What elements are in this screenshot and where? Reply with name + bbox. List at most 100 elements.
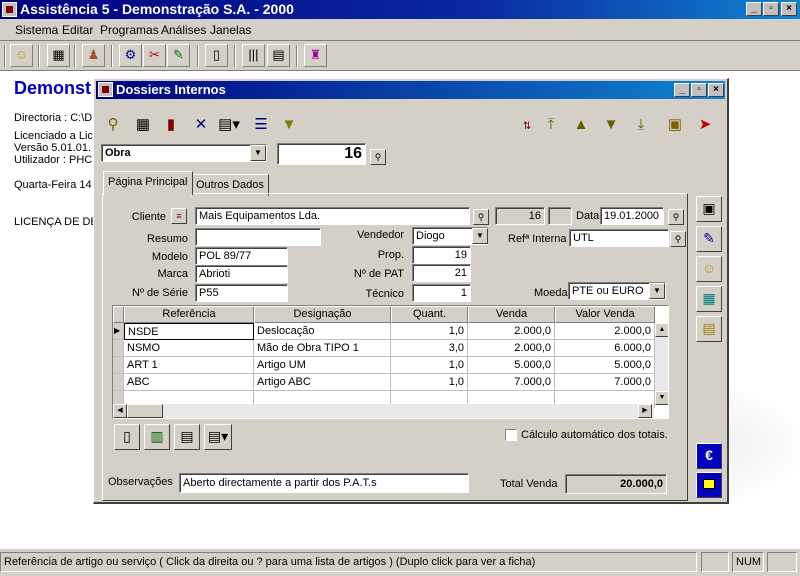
modelo-field[interactable]: POL 89/77 [195,247,288,265]
scroll-up-icon[interactable]: ▲ [655,323,668,337]
serie-field[interactable]: P55 [195,284,288,302]
number-search-icon[interactable]: ⚲ [370,149,386,165]
close-button[interactable]: × [781,2,797,16]
table-cell[interactable]: 5.000,0 [555,357,655,374]
first-record-icon[interactable]: ⤒ [540,114,562,136]
dossier-close-button[interactable]: × [708,83,724,97]
currency-toggle-button[interactable] [696,472,722,498]
grid-header-referencia[interactable]: Referência [124,306,254,323]
table-icon[interactable]: ▦ [132,114,154,136]
dossier-minimize-button[interactable]: _ [674,83,690,97]
menu-editar[interactable]: Editar [62,23,93,37]
new-line-icon[interactable]: ▯ [114,424,140,450]
printer-icon[interactable]: ▣ [696,196,722,222]
calculator-icon[interactable]: ▣ [664,114,686,136]
restore-button[interactable]: ▫ [763,2,779,16]
notes-icon[interactable]: ▤ [696,316,722,342]
gears-icon[interactable]: ⚙ [119,44,142,67]
observacoes-field[interactable]: Aberto directamente a partir dos P.A.T.s [179,473,469,493]
calculo-checkbox[interactable] [505,429,517,441]
grid-header-quant[interactable]: Quant. [391,306,468,323]
exit-icon[interactable]: ➤ [694,114,716,136]
type-select[interactable]: Obra [101,144,267,162]
table-cell[interactable]: 6.000,0 [555,340,655,357]
data-field[interactable]: 19.01.2000 [600,207,664,225]
options-menu-icon[interactable]: ▤▾ [204,424,232,450]
scroll-left-icon[interactable]: ◀ [113,404,127,418]
register-icon[interactable]: ▤ [174,424,200,450]
table-cell[interactable]: Artigo ABC [254,374,391,391]
pen-icon[interactable]: ✎ [696,226,722,252]
npat-field[interactable]: 21 [412,264,471,282]
table-cell[interactable]: ART 1 [124,357,254,374]
previous-record-icon[interactable]: ▲ [570,114,592,136]
grid-header-designacao[interactable]: Designação [254,306,391,323]
table-cell[interactable]: 1,0 [391,357,468,374]
table-cell[interactable]: 7.000,0 [555,374,655,391]
scroll-thumb[interactable] [127,404,163,418]
delete-icon[interactable]: ✕ [190,114,212,136]
horizontal-scrollbar[interactable]: ◀ ▶ [113,404,654,418]
sort-icon[interactable]: ⇅ [516,114,538,136]
vendedor-dropdown-icon[interactable]: ▼ [472,228,488,244]
table-cell[interactable]: NSDE [124,323,254,340]
scroll-right-icon[interactable]: ▶ [638,404,652,418]
cliente-field[interactable]: Mais Equipamentos Lda. [195,207,470,225]
person-icon[interactable]: ♜ [304,44,327,67]
marca-field[interactable]: Abrioti [195,265,288,283]
smiley-icon[interactable]: ☺ [10,44,33,67]
table-cell[interactable]: Mão de Obra TIPO 1 [254,340,391,357]
menu-janelas[interactable]: Janelas [210,23,251,37]
number-field[interactable]: 16 [277,143,366,165]
filter-icon[interactable]: ▼ [278,114,300,136]
table-cell[interactable]: Deslocação [254,323,391,340]
menu-analises[interactable]: Análises [161,23,206,37]
table-cell[interactable]: 2.000,0 [468,340,555,357]
user-icon[interactable]: ♟ [82,44,105,67]
print-menu-icon[interactable]: ▤▾ [218,114,240,136]
table-cell[interactable]: 1,0 [391,374,468,391]
type-dropdown-icon[interactable]: ▼ [250,145,266,161]
minimize-button[interactable]: _ [746,2,762,16]
smiley-icon[interactable]: ☺ [696,256,722,282]
table-cell[interactable]: NSMO [124,340,254,357]
menu-programas[interactable]: Programas [100,23,159,37]
barcode-icon[interactable]: ||| [242,44,265,67]
grid-header-valor-venda[interactable]: Valor Venda [555,306,655,323]
next-record-icon[interactable]: ▼ [600,114,622,136]
table-cell[interactable]: 3,0 [391,340,468,357]
euro-button[interactable]: € [696,443,722,469]
moeda-dropdown-icon[interactable]: ▼ [649,283,665,299]
resumo-field[interactable] [195,228,321,246]
dossier-maximize-button[interactable]: ▫ [691,83,707,97]
grid-header-venda[interactable]: Venda [468,306,555,323]
list-icon[interactable]: ☰ [250,114,272,136]
table-cell[interactable]: 5.000,0 [468,357,555,374]
ref-interna-field[interactable]: UTL [569,229,669,247]
document-icon[interactable]: ▯ [205,44,228,67]
cliente-list-icon[interactable]: ≡ [171,208,187,224]
book-icon[interactable]: ▮ [160,114,182,136]
form-icon[interactable]: ▤ [267,44,290,67]
ref-interna-search-icon[interactable]: ⚲ [670,231,686,247]
table-cell[interactable]: 2.000,0 [555,323,655,340]
prop-field[interactable]: 19 [412,246,471,264]
table-cell[interactable]: Artigo UM [254,357,391,374]
trash-icon[interactable]: ▥ [144,424,170,450]
register-icon[interactable]: ▦ [47,44,70,67]
last-record-icon[interactable]: ⤓ [630,114,652,136]
data-calendar-icon[interactable]: ⚲ [668,209,684,225]
vertical-scrollbar[interactable]: ▲ ▼ [654,323,668,405]
wrench-icon[interactable]: ✎ [167,44,190,67]
table-cell[interactable]: 1,0 [391,323,468,340]
tecnico-field[interactable]: 1 [412,284,471,302]
menu-sistema[interactable]: Sistema [15,23,58,37]
calculator-icon[interactable]: ▦ [696,286,722,312]
table-cell[interactable]: ABC [124,374,254,391]
cliente-search-icon[interactable]: ⚲ [473,209,489,225]
scroll-down-icon[interactable]: ▼ [655,391,668,405]
tools-icon[interactable]: ✂ [143,44,166,67]
table-cell[interactable]: 2.000,0 [468,323,555,340]
search-icon[interactable]: ⚲ [102,114,124,136]
table-cell[interactable]: 7.000,0 [468,374,555,391]
